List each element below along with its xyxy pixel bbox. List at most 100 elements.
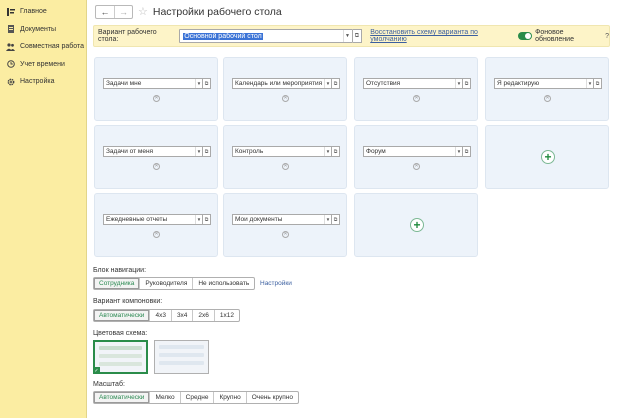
layout-variant-label: Вариант компоновки: bbox=[93, 298, 163, 305]
remove-icon[interactable]: ✕ bbox=[282, 95, 289, 102]
sidebar-item-settings[interactable]: Настройка bbox=[0, 73, 86, 91]
panel-slot: Контроль ▼ ⧉ ✕ bbox=[223, 125, 347, 189]
sidebar-item-label: Настройка bbox=[20, 78, 55, 86]
title-bar: ← → ☆ Настройки рабочего стола bbox=[95, 4, 282, 20]
nav-block-option[interactable]: Не использовать bbox=[192, 278, 254, 289]
open-link-icon[interactable]: ⧉ bbox=[462, 79, 470, 88]
panel-select[interactable]: Мои документы ▼ ⧉ bbox=[232, 214, 340, 225]
dropdown-arrow-icon[interactable]: ▼ bbox=[342, 30, 352, 42]
page-title: Настройки рабочего стола bbox=[152, 6, 282, 18]
color-scheme-label: Цветовая схема: bbox=[93, 330, 148, 337]
help-icon[interactable]: ? bbox=[605, 33, 609, 40]
color-scheme-default[interactable]: ✓ bbox=[93, 340, 148, 374]
remove-icon[interactable]: ✕ bbox=[153, 95, 160, 102]
panel-slot-empty: + bbox=[354, 193, 478, 257]
panel-select[interactable]: Задачи мне ▼ ⧉ bbox=[103, 78, 211, 89]
panel-slot: Отсутствия ▼ ⧉ ✕ bbox=[354, 57, 478, 121]
panel-select[interactable]: Я редактирую ▼ ⧉ bbox=[494, 78, 602, 89]
variant-select[interactable]: Основной рабочий стол ▼ bbox=[179, 29, 353, 43]
background-update-toggle[interactable] bbox=[517, 32, 533, 40]
documents-icon bbox=[6, 25, 15, 34]
open-link-icon[interactable]: ⧉ bbox=[202, 215, 210, 224]
nav-block-option[interactable]: Сотрудника bbox=[94, 278, 140, 289]
sidebar-item-documents[interactable]: Документы bbox=[0, 21, 86, 39]
history-buttons: ← → bbox=[95, 5, 133, 19]
dropdown-arrow-icon[interactable]: ▼ bbox=[455, 147, 462, 156]
panel-slot: Я редактирую ▼ ⧉ ✕ bbox=[485, 57, 609, 121]
sidebar-item-time-tracking[interactable]: Учет времени bbox=[0, 56, 86, 74]
remove-icon[interactable]: ✕ bbox=[413, 163, 420, 170]
scale-label: Масштаб: bbox=[93, 381, 125, 388]
open-link-icon[interactable]: ⧉ bbox=[462, 147, 470, 156]
open-link-icon[interactable]: ⧉ bbox=[331, 79, 339, 88]
dropdown-arrow-icon[interactable]: ▼ bbox=[586, 79, 593, 88]
time-tracking-icon bbox=[6, 60, 15, 69]
forward-button[interactable]: → bbox=[114, 6, 132, 18]
panel-slot: Задачи от меня ▼ ⧉ ✕ bbox=[94, 125, 218, 189]
dropdown-arrow-icon[interactable]: ▼ bbox=[324, 79, 331, 88]
scale-option[interactable]: Крупно bbox=[213, 392, 245, 403]
panel-select[interactable]: Форум ▼ ⧉ bbox=[363, 146, 471, 157]
layout-option[interactable]: Автоматически bbox=[94, 310, 150, 321]
open-link-icon[interactable]: ⧉ bbox=[352, 29, 363, 43]
panel-select[interactable]: Отсутствия ▼ ⧉ bbox=[363, 78, 471, 89]
panel-slot: Мои документы ▼ ⧉ ✕ bbox=[223, 193, 347, 257]
panel-value: Задачи мне bbox=[106, 80, 142, 87]
panel-select[interactable]: Задачи от меня ▼ ⧉ bbox=[103, 146, 211, 157]
panel-value: Я редактирую bbox=[497, 80, 540, 87]
panel-value: Мои документы bbox=[235, 216, 283, 223]
open-link-icon[interactable]: ⧉ bbox=[202, 79, 210, 88]
panel-value: Задачи от меня bbox=[106, 148, 154, 155]
panel-value: Календарь или мероприятия bbox=[235, 80, 323, 87]
sidebar: Главное Документы Совместная работа Учет… bbox=[0, 0, 87, 418]
dropdown-arrow-icon[interactable]: ▼ bbox=[195, 147, 202, 156]
dropdown-arrow-icon[interactable]: ▼ bbox=[324, 147, 331, 156]
add-panel-icon[interactable]: + bbox=[541, 150, 555, 164]
panel-select[interactable]: Календарь или мероприятия ▼ ⧉ bbox=[232, 78, 340, 89]
remove-icon[interactable]: ✕ bbox=[282, 163, 289, 170]
dropdown-arrow-icon[interactable]: ▼ bbox=[195, 79, 202, 88]
dropdown-arrow-icon[interactable]: ▼ bbox=[455, 79, 462, 88]
open-link-icon[interactable]: ⧉ bbox=[331, 147, 339, 156]
variant-value: Основной рабочий стол bbox=[183, 32, 263, 40]
remove-icon[interactable]: ✕ bbox=[282, 231, 289, 238]
scale-option[interactable]: Мелко bbox=[149, 392, 179, 403]
toggle-label: Фоновое обновление bbox=[535, 29, 574, 43]
open-link-icon[interactable]: ⧉ bbox=[202, 147, 210, 156]
nav-block-option[interactable]: Руководителя bbox=[139, 278, 192, 289]
panel-value: Отсутствия bbox=[366, 80, 401, 87]
restore-default-link[interactable]: Восстановить схему варианта по умолчанию bbox=[370, 29, 511, 43]
remove-icon[interactable]: ✕ bbox=[413, 95, 420, 102]
remove-icon[interactable]: ✕ bbox=[153, 163, 160, 170]
color-scheme-alternative[interactable] bbox=[154, 340, 209, 374]
open-link-icon[interactable]: ⧉ bbox=[331, 215, 339, 224]
favorite-star-icon[interactable]: ☆ bbox=[138, 6, 148, 18]
layout-variant-selector: Автоматически 4x3 3x4 2x6 1x12 bbox=[93, 309, 241, 322]
add-panel-icon[interactable]: + bbox=[410, 218, 424, 232]
layout-option[interactable]: 1x12 bbox=[213, 310, 239, 321]
scale-option[interactable]: Очень крупно bbox=[245, 392, 298, 403]
dropdown-arrow-icon[interactable]: ▼ bbox=[324, 215, 331, 224]
dropdown-arrow-icon[interactable]: ▼ bbox=[195, 215, 202, 224]
remove-icon[interactable]: ✕ bbox=[544, 95, 551, 102]
sidebar-item-main[interactable]: Главное bbox=[0, 3, 86, 21]
open-link-icon[interactable]: ⧉ bbox=[593, 79, 601, 88]
panel-value: Контроль bbox=[235, 148, 264, 155]
scale-option[interactable]: Автоматически bbox=[94, 392, 150, 403]
nav-block-selector: Сотрудника Руководителя Не использовать bbox=[93, 277, 256, 290]
layout-option[interactable]: 4x3 bbox=[149, 310, 170, 321]
panel-slot: Задачи мне ▼ ⧉ ✕ bbox=[94, 57, 218, 121]
nav-settings-link[interactable]: Настройки bbox=[260, 280, 292, 287]
remove-icon[interactable]: ✕ bbox=[153, 231, 160, 238]
variant-label: Вариант рабочего стола: bbox=[98, 29, 157, 43]
main-area: ← → ☆ Настройки рабочего стола Вариант р… bbox=[88, 0, 625, 418]
panel-slot-empty: + bbox=[485, 125, 609, 189]
layout-option[interactable]: 2x6 bbox=[192, 310, 213, 321]
scale-option[interactable]: Средне bbox=[179, 392, 214, 403]
panel-select[interactable]: Ежедневные отчеты ▼ ⧉ bbox=[103, 214, 211, 225]
layout-option[interactable]: 3x4 bbox=[170, 310, 192, 321]
back-button[interactable]: ← bbox=[96, 6, 114, 18]
panel-select[interactable]: Контроль ▼ ⧉ bbox=[232, 146, 340, 157]
sidebar-item-collaboration[interactable]: Совместная работа bbox=[0, 38, 86, 56]
scale-selector: Автоматически Мелко Средне Крупно Очень … bbox=[93, 391, 299, 404]
